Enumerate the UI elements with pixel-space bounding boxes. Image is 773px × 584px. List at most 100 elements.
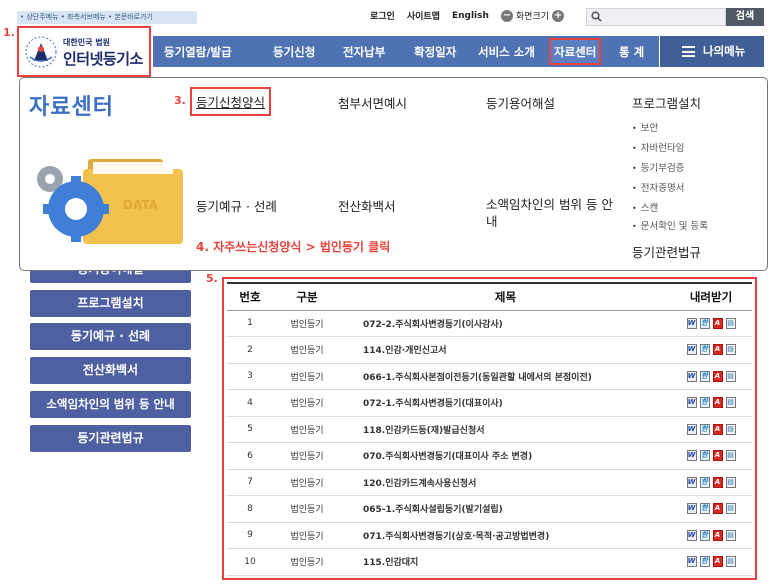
- zoom-out-icon[interactable]: −: [500, 9, 513, 22]
- login-link[interactable]: 로그인: [370, 9, 395, 22]
- row-type: 법인등기: [273, 442, 341, 470]
- view-file-icon[interactable]: ▤: [725, 397, 736, 409]
- row-type: 법인등기: [273, 363, 341, 390]
- row-downloads: W 한 A ▤: [670, 363, 752, 390]
- view-file-icon[interactable]: ▤: [725, 344, 736, 356]
- menu-link-program[interactable]: 프로그램설치: [632, 93, 701, 112]
- word-file-icon[interactable]: W: [686, 503, 697, 515]
- hwp-file-icon[interactable]: 한: [699, 397, 710, 409]
- sidebar-item-tenant[interactable]: 소액임차인의 범위 등 안내: [30, 391, 191, 418]
- hwp-file-icon[interactable]: 한: [699, 370, 710, 382]
- col-header-title: 제목: [341, 283, 670, 311]
- view-file-icon[interactable]: ▤: [725, 423, 736, 435]
- pdf-file-icon[interactable]: A: [712, 397, 723, 409]
- word-file-icon[interactable]: W: [686, 476, 697, 488]
- pdf-file-icon[interactable]: A: [712, 529, 723, 541]
- row-title-link[interactable]: 066-1.주식회사본점이전등기(동일관할 내에서의 본점이전): [341, 363, 670, 390]
- row-title-link[interactable]: 115.인감대지: [341, 548, 670, 576]
- row-title-link[interactable]: 120.인감카드계속사용신청서: [341, 469, 670, 496]
- search-input[interactable]: [586, 8, 726, 26]
- word-file-icon[interactable]: W: [686, 370, 697, 382]
- annotation-3: 3.: [174, 94, 186, 107]
- program-sub-scan[interactable]: 스캔: [632, 200, 658, 214]
- hwp-file-icon[interactable]: 한: [699, 556, 710, 568]
- sidebar-item-program[interactable]: 프로그램설치: [30, 290, 191, 317]
- word-file-icon[interactable]: W: [686, 450, 697, 462]
- word-file-icon[interactable]: W: [686, 556, 697, 568]
- view-file-icon[interactable]: ▤: [725, 370, 736, 382]
- pdf-file-icon[interactable]: A: [712, 423, 723, 435]
- row-title-link[interactable]: 071.주식회사변경등기(상호·목적·공고방법변경): [341, 522, 670, 549]
- row-title-link[interactable]: 070.주식회사변경등기(대표이사 주소 변경): [341, 442, 670, 470]
- pdf-file-icon[interactable]: A: [712, 556, 723, 568]
- nav-item-service-intro[interactable]: 서비스 소개: [478, 44, 535, 60]
- word-file-icon[interactable]: W: [686, 423, 697, 435]
- zoom-in-icon[interactable]: +: [552, 9, 565, 22]
- hwp-file-icon[interactable]: 한: [699, 450, 710, 462]
- word-file-icon[interactable]: W: [686, 317, 697, 329]
- svg-text:DATA: DATA: [123, 198, 159, 212]
- menu-link-rules[interactable]: 등기예규 · 선례: [196, 196, 277, 215]
- menu-link-whitepaper[interactable]: 전산화백서: [338, 196, 396, 215]
- english-link[interactable]: English: [452, 11, 489, 21]
- hwp-file-icon[interactable]: 한: [699, 423, 710, 435]
- program-sub-java[interactable]: 자바런타임: [632, 140, 685, 154]
- row-downloads: W 한 A ▤: [670, 310, 752, 337]
- hwp-file-icon[interactable]: 한: [699, 476, 710, 488]
- hwp-file-icon[interactable]: 한: [699, 317, 710, 329]
- pdf-file-icon[interactable]: A: [712, 503, 723, 515]
- dropdown-title: 자료센터: [29, 95, 114, 120]
- sidebar-item-whitepaper[interactable]: 전산화백서: [30, 357, 191, 384]
- nav-item-fixed-date[interactable]: 확정일자: [414, 44, 456, 60]
- annotation-4: 4. 자주쓰는신청양식 > 법인등기 클릭: [196, 240, 391, 254]
- program-sub-verify[interactable]: 등기부검증: [632, 160, 685, 174]
- row-title-link[interactable]: 072-2.주식회사변경등기(이사감사): [341, 310, 670, 337]
- view-file-icon[interactable]: ▤: [725, 317, 736, 329]
- menu-link-laws[interactable]: 등기관련법규: [632, 242, 701, 261]
- menu-link-tenant[interactable]: 소액임차인의 범위 등 안내: [486, 196, 616, 230]
- word-file-icon[interactable]: W: [686, 529, 697, 541]
- program-sub-doc-verify[interactable]: 문서확인 및 등록: [632, 218, 708, 232]
- pdf-file-icon[interactable]: A: [712, 317, 723, 329]
- row-title-link[interactable]: 065-1.주식회사설립등기(발기설립): [341, 495, 670, 523]
- nav-item-data-center[interactable]: 자료센터: [549, 38, 602, 65]
- row-downloads: W 한 A ▤: [670, 416, 752, 443]
- table-row: 6 법인등기 070.주식회사변경등기(대표이사 주소 변경) W 한 A ▤: [227, 442, 752, 470]
- pdf-file-icon[interactable]: A: [712, 344, 723, 356]
- table-row: 10 법인등기 115.인감대지 W 한 A ▤: [227, 548, 752, 576]
- nav-item-view-issue[interactable]: 등기열람/발급: [164, 44, 232, 60]
- view-file-icon[interactable]: ▤: [725, 476, 736, 488]
- row-number: 7: [227, 469, 273, 496]
- view-file-icon[interactable]: ▤: [725, 556, 736, 568]
- sidebar-item-rules[interactable]: 등기예규 · 선례: [30, 323, 191, 350]
- sitemap-link[interactable]: 사이트맵: [407, 9, 440, 22]
- pdf-file-icon[interactable]: A: [712, 370, 723, 382]
- pdf-file-icon[interactable]: A: [712, 450, 723, 462]
- view-file-icon[interactable]: ▤: [725, 450, 736, 462]
- nav-item-payment[interactable]: 전자납부: [343, 44, 385, 60]
- row-title-link[interactable]: 114.인감·개인신고서: [341, 336, 670, 364]
- hwp-file-icon[interactable]: 한: [699, 503, 710, 515]
- nav-item-statistics[interactable]: 통 계: [619, 44, 644, 60]
- nav-item-apply[interactable]: 등기신청: [273, 44, 315, 60]
- program-sub-ecert[interactable]: 전자증명서: [632, 180, 685, 194]
- site-logo[interactable]: 대한민국 법원 인터넷등기소: [17, 26, 151, 77]
- sidebar-item-laws[interactable]: 등기관련법규: [30, 425, 191, 452]
- row-title-link[interactable]: 072-1.주식회사변경등기(대표이사): [341, 389, 670, 417]
- my-menu-button[interactable]: 나의메뉴: [660, 36, 764, 67]
- word-file-icon[interactable]: W: [686, 397, 697, 409]
- pdf-file-icon[interactable]: A: [712, 476, 723, 488]
- menu-link-terms[interactable]: 등기용어해설: [486, 93, 555, 112]
- row-title-link[interactable]: 118.인감카드등(재)발급신청서: [341, 416, 670, 443]
- view-file-icon[interactable]: ▤: [725, 529, 736, 541]
- program-sub-security[interactable]: 보안: [632, 120, 658, 134]
- table-row: 4 법인등기 072-1.주식회사변경등기(대표이사) W 한 A ▤: [227, 389, 752, 417]
- search-button[interactable]: 검색: [726, 8, 764, 26]
- menu-link-forms[interactable]: 등기신청양식: [190, 87, 272, 116]
- hwp-file-icon[interactable]: 한: [699, 529, 710, 541]
- menu-link-attachments[interactable]: 첨부서면예시: [338, 93, 407, 112]
- skip-links[interactable]: • 상단주메뉴 • 좌측서브메뉴 • 본문바로가기: [17, 11, 197, 24]
- hwp-file-icon[interactable]: 한: [699, 344, 710, 356]
- view-file-icon[interactable]: ▤: [725, 503, 736, 515]
- word-file-icon[interactable]: W: [686, 344, 697, 356]
